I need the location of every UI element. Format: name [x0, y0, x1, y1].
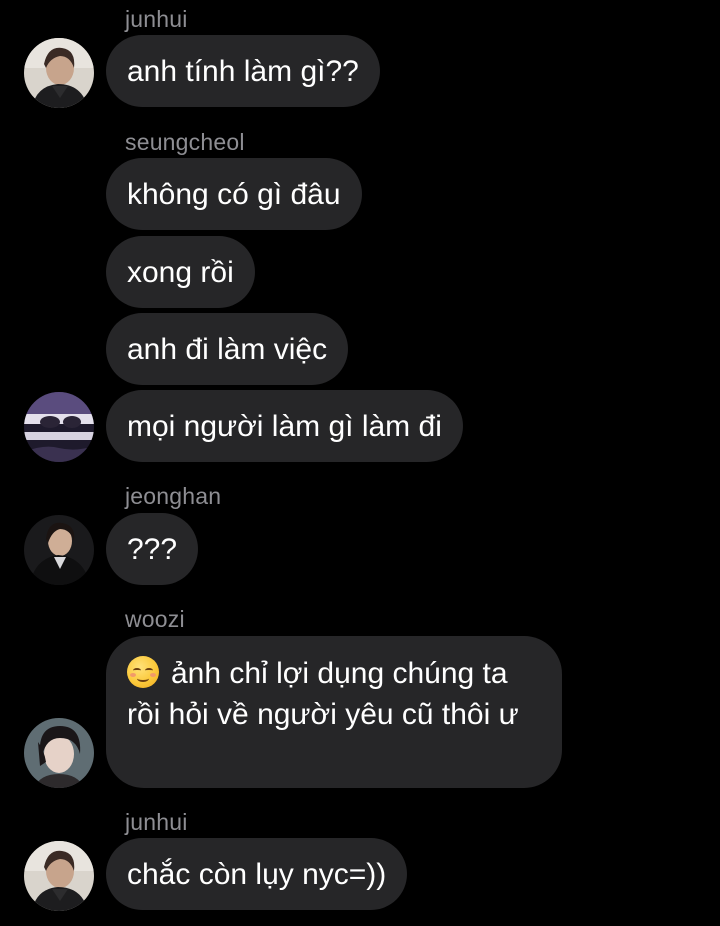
avatar-junhui-image: [24, 841, 94, 911]
avatar-junhui[interactable]: [24, 38, 94, 108]
message-text: anh tính làm gì??: [127, 54, 359, 88]
avatar-woozi-image: [24, 718, 94, 788]
message-bubble[interactable]: anh tính làm gì??: [106, 35, 380, 107]
avatar-jeonghan[interactable]: [24, 515, 94, 585]
message-bubble[interactable]: chắc còn lụy nyc=)): [106, 838, 408, 910]
message-text-block: ảnh chỉ lợi dụng chúng ta rồi hỏi về ngư…: [127, 653, 541, 735]
message-text: ảnh chỉ lợi dụng chúng ta rồi hỏi về ngư…: [127, 657, 519, 731]
avatar-jeonghan-image: [24, 515, 94, 585]
avatar-junhui-image: [24, 38, 94, 108]
message-bubble[interactable]: ???: [106, 513, 199, 585]
sender-name-junhui: junhui: [125, 809, 188, 835]
sender-name-junhui: junhui: [125, 6, 188, 32]
message-text: mọi người làm gì làm đi: [127, 409, 442, 443]
message-text: không có gì đâu: [127, 177, 341, 211]
avatar-woozi[interactable]: [24, 718, 94, 788]
message-bubble[interactable]: mọi người làm gì làm đi: [106, 390, 463, 462]
message-bubble[interactable]: xong rồi: [106, 236, 255, 308]
sender-name-jeonghan: jeonghan: [125, 483, 222, 509]
message-bubble[interactable]: ảnh chỉ lợi dụng chúng ta rồi hỏi về ngư…: [106, 636, 562, 788]
message-bubble[interactable]: anh đi làm việc: [106, 313, 349, 385]
message-text: chắc còn lụy nyc=)): [127, 857, 387, 891]
avatar-junhui[interactable]: [24, 841, 94, 911]
message-text: xong rồi: [127, 255, 234, 289]
message-text: ???: [127, 532, 178, 566]
relieved-smile-icon: [127, 656, 159, 688]
chat-thread: junhui anh tính làm gì?? seungcheol khôn…: [0, 0, 720, 926]
message-bubble[interactable]: không có gì đâu: [106, 158, 362, 230]
avatar-seungcheol[interactable]: [24, 392, 94, 462]
sender-name-seungcheol: seungcheol: [125, 129, 245, 155]
sender-name-woozi: woozi: [125, 606, 185, 632]
avatar-seungcheol-image: [24, 392, 94, 462]
message-text: anh đi làm việc: [127, 332, 328, 366]
